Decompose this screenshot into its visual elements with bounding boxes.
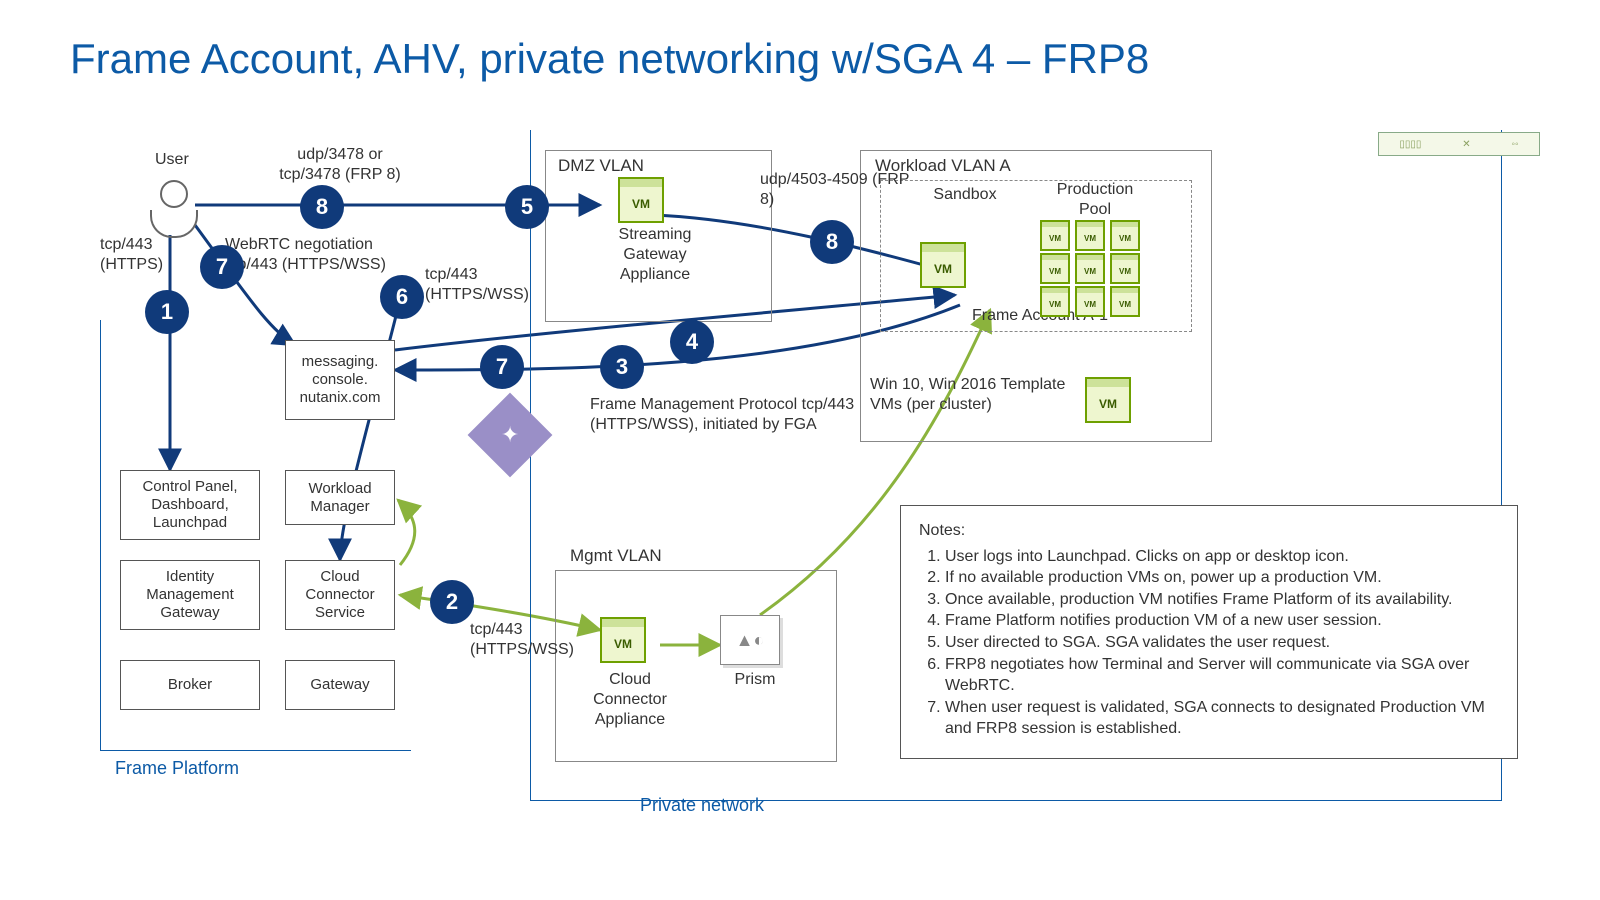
edge-six-label: tcp/443 (HTTPS/WSS) — [425, 265, 545, 305]
edge-sga-to-pool: udp/4503-4509 (FRP 8) — [760, 170, 910, 210]
notes-heading: Notes: — [919, 520, 1499, 542]
notes-item: User logs into Launchpad. Clicks on app … — [945, 546, 1499, 568]
box-gateway: Gateway — [285, 660, 395, 710]
user-label: User — [155, 150, 189, 170]
template-vms-label: Win 10, Win 2016 Template VMs (per clust… — [870, 375, 1080, 415]
vm-icon-pool: VM — [1075, 225, 1105, 251]
box-cloud-connector-service: Cloud Connector Service — [285, 560, 395, 630]
step-badge-8b: 8 — [810, 220, 854, 264]
user-icon — [150, 180, 198, 238]
notes-item: User directed to SGA. SGA validates the … — [945, 632, 1499, 654]
vm-icon-sga: VM — [618, 185, 664, 223]
vm-icon-template: VM — [1085, 385, 1131, 423]
edge-fmp: Frame Management Protocol tcp/443 (HTTPS… — [590, 395, 860, 435]
step-badge-5: 5 — [505, 185, 549, 229]
step-badge-2: 2 — [430, 580, 474, 624]
box-workload-manager: Workload Manager — [285, 470, 395, 525]
vm-icon-pool: VM — [1110, 291, 1140, 317]
cca-label: Cloud Connector Appliance — [580, 670, 680, 730]
prism-label: Prism — [725, 670, 785, 690]
sandbox-label: Sandbox — [930, 185, 1000, 205]
vm-icon-pool: VM — [1110, 258, 1140, 284]
notes-item: If no available production VMs on, power… — [945, 567, 1499, 589]
step-badge-7a: 7 — [200, 245, 244, 289]
vm-icon-pool: VM — [1110, 225, 1140, 251]
diagram-canvas: Frame Account, AHV, private networking w… — [0, 0, 1600, 900]
notes-item: Once available, production VM notifies F… — [945, 589, 1499, 611]
page-title: Frame Account, AHV, private networking w… — [70, 35, 1149, 83]
step-badge-1: 1 — [145, 290, 189, 334]
edge-user-to-controlpanel: tcp/443 (HTTPS) — [100, 235, 170, 275]
prod-pool-label: Production Pool — [1040, 180, 1150, 220]
step-badge-6: 6 — [380, 275, 424, 319]
server-rack-icon: ▯▯▯▯✕◦◦ — [1378, 132, 1540, 156]
sga-label: Streaming Gateway Appliance — [595, 225, 715, 285]
region-private-network-label: Private network — [640, 795, 764, 816]
vm-icon-pool: VM — [1075, 291, 1105, 317]
step-badge-3: 3 — [600, 345, 644, 389]
vm-icon-pool: VM — [1040, 258, 1070, 284]
notes-item: When user request is validated, SGA conn… — [945, 697, 1499, 740]
step-badge-7b: 7 — [480, 345, 524, 389]
prism-icon — [720, 615, 780, 665]
box-control-panel: Control Panel, Dashboard, Launchpad — [120, 470, 260, 540]
vm-icon-sandbox: VM — [920, 250, 966, 288]
mgmt-vlan-label: Mgmt VLAN — [570, 545, 662, 566]
edge-webrtc: WebRTC negotiation tcp/443 (HTTPS/WSS) — [225, 235, 425, 275]
edge-user-to-sga: udp/3478 or tcp/3478 (FRP 8) — [260, 145, 420, 185]
notes-item: FRP8 negotiates how Terminal and Server … — [945, 654, 1499, 697]
box-broker: Broker — [120, 660, 260, 710]
region-frame-platform-label: Frame Platform — [115, 758, 239, 779]
vm-icon-pool: VM — [1040, 291, 1070, 317]
box-messaging: messaging. console. nutanix.com — [285, 340, 395, 420]
vm-icon-cca: VM — [600, 625, 646, 663]
region-mgmt — [555, 570, 837, 762]
step-badge-4: 4 — [670, 320, 714, 364]
vm-icon-pool: VM — [1075, 258, 1105, 284]
vm-icon-pool: VM — [1040, 225, 1070, 251]
notes-list: User logs into Launchpad. Clicks on app … — [919, 546, 1499, 740]
notes-panel: Notes: User logs into Launchpad. Clicks … — [900, 505, 1518, 759]
notes-item: Frame Platform notifies production VM of… — [945, 610, 1499, 632]
edge-ccs-proto: tcp/443 (HTTPS/WSS) — [470, 620, 590, 660]
box-idm-gateway: Identity Management Gateway — [120, 560, 260, 630]
step-badge-8a: 8 — [300, 185, 344, 229]
